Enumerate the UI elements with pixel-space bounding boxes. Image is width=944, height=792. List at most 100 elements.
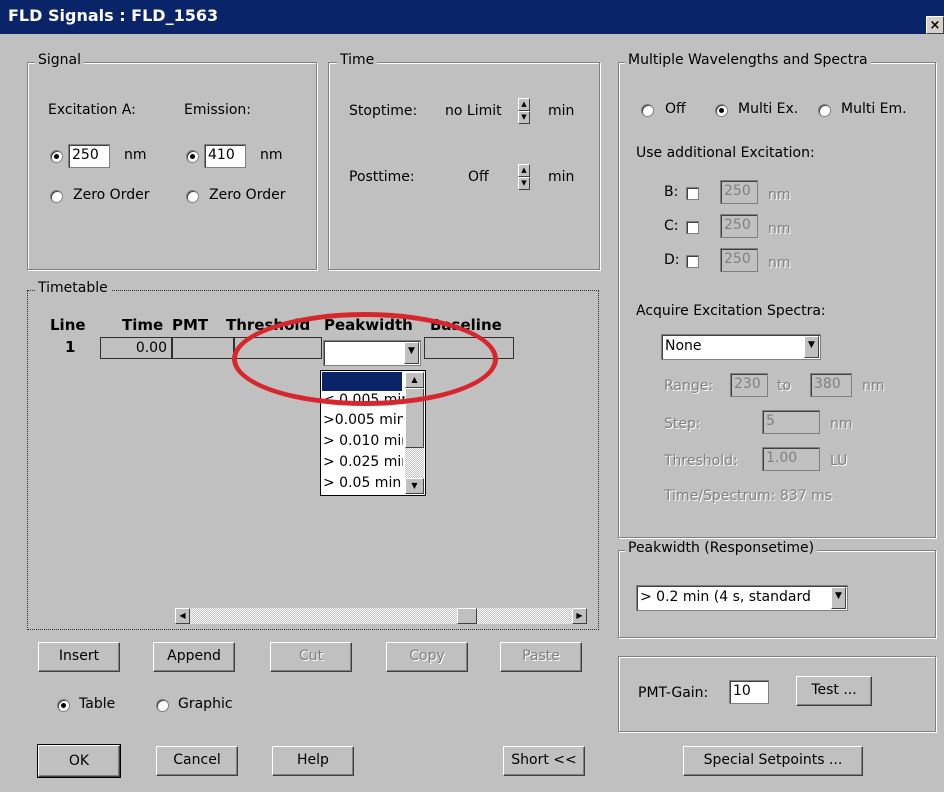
time-per-spectrum: Time/Spectrum: 837 ms	[664, 488, 833, 504]
peakwidth-combo[interactable]: > 0.2 min (4 s, standard ▼	[636, 585, 848, 611]
list-item[interactable]: > 0.025 min	[323, 454, 403, 470]
spin-up-icon[interactable]: ▲	[518, 98, 530, 111]
multi-ex-label: Multi Ex.	[738, 101, 799, 117]
emission-input[interactable]: 410	[204, 144, 246, 168]
spin-down-icon[interactable]: ▼	[518, 177, 530, 190]
window-title: FLD Signals : FLD_1563	[8, 6, 219, 25]
stoptime-spinner[interactable]: ▲ ▼	[518, 98, 530, 124]
step-input[interactable]: 5	[762, 410, 820, 434]
posttime-label: Posttime:	[349, 169, 415, 185]
c-checkbox[interactable]	[686, 221, 699, 234]
posttime-unit: min	[548, 169, 575, 185]
posttime-spinner[interactable]: ▲ ▼	[518, 164, 530, 190]
step-label: Step:	[664, 416, 701, 432]
emission-zero-order-radio[interactable]	[186, 190, 199, 203]
emission-value-radio[interactable]	[186, 150, 199, 163]
view-table-label: Table	[79, 696, 116, 712]
threshold-unit: LU	[830, 453, 848, 469]
timetable-horizontal-scrollbar[interactable]: ◀ ▶	[175, 608, 587, 624]
spin-down-icon[interactable]: ▼	[518, 111, 530, 124]
stoptime-value: no Limit	[445, 103, 502, 119]
scroll-thumb[interactable]	[457, 608, 477, 624]
b-input[interactable]: 250	[720, 180, 758, 204]
multiple-wavelengths-label: Multiple Wavelengths and Spectra	[625, 52, 871, 68]
b-checkbox[interactable]	[686, 187, 699, 200]
excitation-value-radio[interactable]	[50, 150, 63, 163]
highlight-annotation-ellipse	[232, 312, 498, 406]
d-unit: nm	[768, 255, 791, 271]
range-from-input[interactable]: 230	[730, 373, 768, 397]
view-graphic-radio[interactable]	[156, 699, 169, 712]
list-item[interactable]: > 0.010 min	[323, 433, 403, 449]
pmt-cell[interactable]	[172, 337, 234, 359]
threshold-input[interactable]: 1.00	[762, 447, 820, 471]
view-graphic-label: Graphic	[178, 696, 233, 712]
special-setpoints-button[interactable]: Special Setpoints ...	[683, 746, 863, 776]
copy-button[interactable]: Copy	[386, 642, 468, 672]
time-cell[interactable]: 0.00	[100, 337, 172, 359]
title-bar[interactable]: FLD Signals : FLD_1563	[0, 0, 944, 34]
column-header-pmt: PMT	[172, 316, 209, 334]
signal-group-label: Signal	[35, 52, 85, 68]
scroll-left-icon[interactable]: ◀	[175, 608, 190, 624]
acquire-spectra-label: Acquire Excitation Spectra:	[636, 303, 826, 319]
test-button[interactable]: Test ...	[796, 676, 872, 706]
spin-up-icon[interactable]: ▲	[518, 164, 530, 177]
multi-off-radio[interactable]	[641, 104, 654, 117]
c-label: C:	[664, 218, 679, 234]
c-input[interactable]: 250	[720, 214, 758, 238]
d-checkbox[interactable]	[686, 255, 699, 268]
acquire-spectra-combo[interactable]: None ▼	[661, 334, 821, 360]
cancel-button[interactable]: Cancel	[156, 746, 238, 776]
pmt-gain-input[interactable]: 10	[729, 680, 769, 704]
list-item[interactable]: > 0.05 min	[323, 475, 403, 491]
column-header-time: Time	[122, 316, 164, 334]
help-button[interactable]: Help	[272, 746, 354, 776]
close-button[interactable]: ×	[926, 16, 944, 34]
excitation-label: Excitation A:	[48, 102, 136, 118]
append-button[interactable]: Append	[153, 642, 235, 672]
range-label: Range:	[664, 378, 714, 394]
scroll-down-icon[interactable]: ▼	[405, 478, 424, 494]
time-group	[328, 62, 600, 270]
d-input[interactable]: 250	[720, 248, 758, 272]
chevron-down-icon[interactable]: ▼	[831, 587, 846, 609]
stoptime-label: Stoptime:	[349, 103, 418, 119]
ok-button[interactable]: OK	[37, 744, 121, 778]
multi-em-radio[interactable]	[818, 104, 831, 117]
chevron-down-icon[interactable]: ▼	[804, 336, 819, 358]
range-unit: nm	[862, 378, 885, 394]
fld-signals-dialog: FLD Signals : FLD_1563 × Signal Excitati…	[0, 0, 944, 792]
step-unit: nm	[830, 416, 853, 432]
multi-ex-radio[interactable]	[715, 104, 728, 117]
timetable-group-label: Timetable	[35, 280, 111, 296]
posttime-value: Off	[468, 169, 489, 185]
emission-label: Emission:	[184, 102, 252, 118]
emission-zero-order-label: Zero Order	[209, 187, 286, 203]
excitation-input[interactable]: 250	[68, 144, 110, 168]
range-to-input[interactable]: 380	[810, 373, 852, 397]
excitation-zero-order-radio[interactable]	[50, 190, 63, 203]
peakwidth-group-label: Peakwidth (Responsetime)	[625, 540, 818, 556]
threshold-label: Threshold:	[664, 453, 738, 469]
cut-button[interactable]: Cut	[270, 642, 352, 672]
stoptime-unit: min	[548, 103, 575, 119]
insert-button[interactable]: Insert	[38, 642, 120, 672]
excitation-zero-order-label: Zero Order	[73, 187, 150, 203]
multi-em-label: Multi Em.	[841, 101, 907, 117]
paste-button[interactable]: Paste	[500, 642, 582, 672]
row-line-number: 1	[65, 338, 76, 356]
pmt-gain-label: PMT-Gain:	[638, 685, 709, 701]
time-group-label: Time	[337, 52, 378, 68]
list-item[interactable]: >0.005 min	[323, 412, 403, 428]
scroll-right-icon[interactable]: ▶	[572, 608, 587, 624]
additional-excitation-label: Use additional Excitation:	[636, 145, 815, 161]
multi-off-label: Off	[665, 101, 686, 117]
short-button[interactable]: Short <<	[503, 746, 585, 776]
emission-unit: nm	[260, 147, 283, 163]
d-label: D:	[664, 252, 680, 268]
b-unit: nm	[768, 187, 791, 203]
range-to-label: to	[777, 378, 792, 394]
view-table-radio[interactable]	[57, 699, 70, 712]
c-unit: nm	[768, 221, 791, 237]
